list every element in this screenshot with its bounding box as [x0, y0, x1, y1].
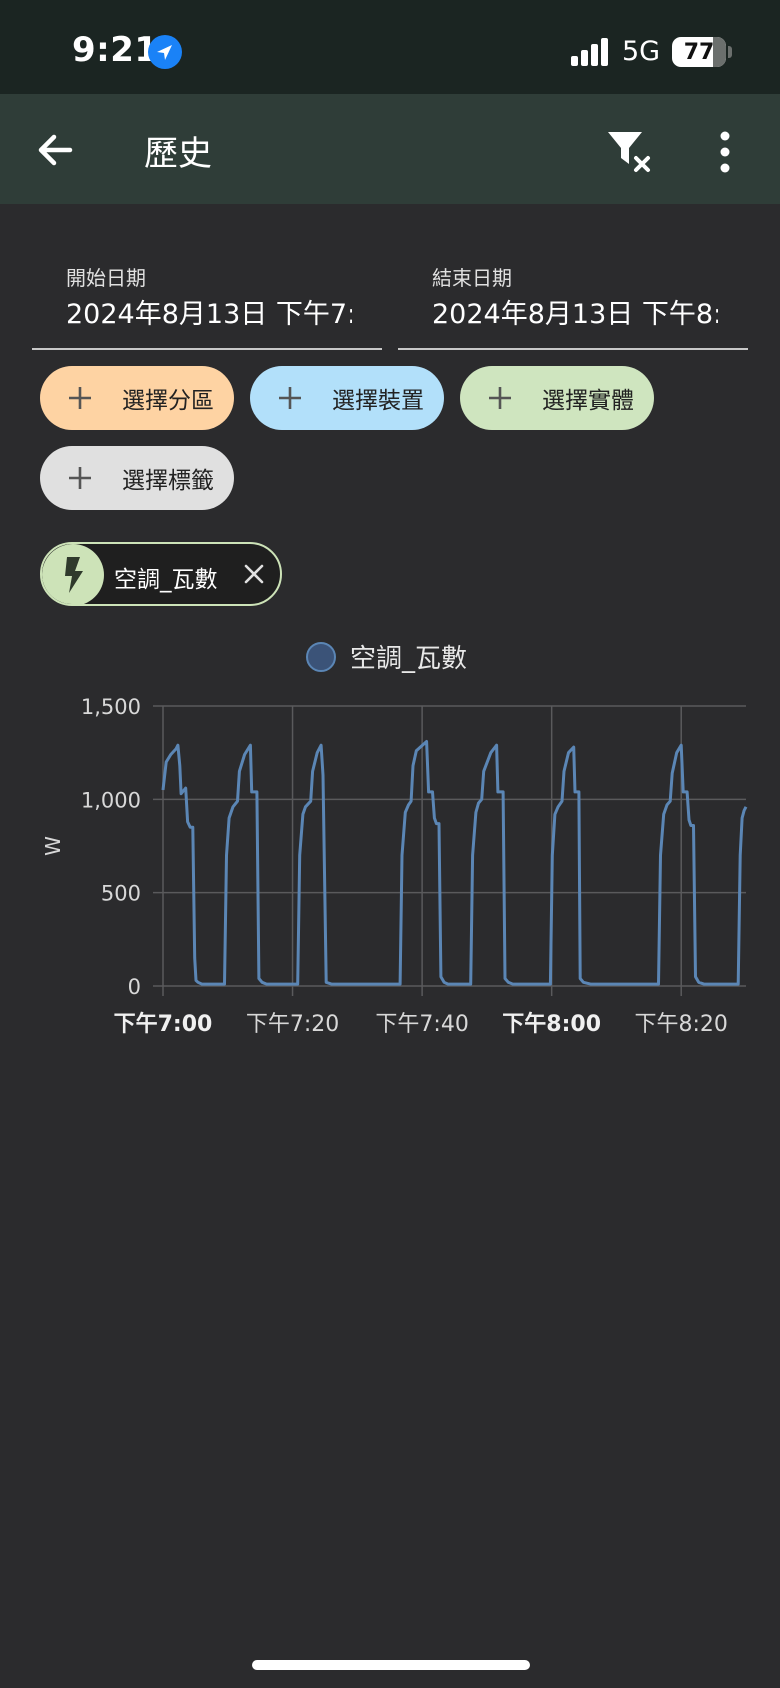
end-date-value: 2024年8月13日 下午8:3 — [432, 299, 718, 330]
x-tick-label: 下午7:40 — [375, 1012, 468, 1037]
legend-label: 空調_瓦數 — [350, 644, 467, 674]
more-options-button[interactable] — [700, 124, 750, 180]
end-date-field[interactable]: 結束日期 2024年8月13日 下午8:3 — [398, 250, 748, 350]
app-bar: 歷史 — [0, 94, 780, 204]
y-tick-label: 1,000 — [81, 788, 141, 812]
filter-remove-icon — [608, 132, 650, 172]
x-tick-label: 下午7:00 — [114, 1011, 213, 1037]
plus-icon — [489, 387, 511, 409]
dots-vertical-icon — [720, 131, 730, 173]
x-tick-label: 下午7:20 — [246, 1012, 339, 1037]
x-tick-label: 下午8:20 — [635, 1012, 728, 1037]
home-indicator — [252, 1660, 530, 1670]
start-date-field[interactable]: 開始日期 2024年8月13日 下午7:0 — [32, 250, 382, 350]
plus-icon — [279, 387, 301, 409]
plus-icon — [69, 467, 91, 489]
choose-area-label: 選擇分區 — [122, 388, 214, 414]
status-bar: 9:21 5G 77 — [0, 0, 780, 94]
battery-icon: 77 — [672, 37, 726, 67]
y-tick-label: 500 — [101, 882, 141, 906]
chart-legend[interactable]: 空調_瓦數 — [306, 642, 467, 674]
back-button[interactable] — [30, 124, 82, 176]
choose-device-chip[interactable]: 選擇裝置 — [250, 366, 444, 430]
selected-entity-label: 空調_瓦數 — [114, 567, 218, 593]
y-tick-label: 0 — [128, 975, 141, 999]
series-line — [161, 740, 748, 986]
location-arrow-icon — [148, 35, 182, 69]
choose-area-chip[interactable]: 選擇分區 — [40, 366, 234, 430]
clear-filters-button[interactable] — [602, 124, 658, 180]
plus-icon — [69, 387, 91, 409]
y-axis-label: W — [41, 836, 65, 856]
start-date-value: 2024年8月13日 下午7:0 — [66, 299, 352, 330]
choose-label-chip[interactable]: 選擇標籤 — [40, 446, 234, 510]
choose-entity-label: 選擇實體 — [542, 388, 634, 414]
cellular-signal-icon — [571, 38, 611, 66]
choose-device-label: 選擇裝置 — [332, 388, 424, 414]
choose-label-label: 選擇標籤 — [122, 468, 214, 494]
close-icon[interactable] — [242, 562, 266, 586]
chart-series — [161, 740, 748, 986]
status-time: 9:21 — [72, 30, 159, 70]
flash-icon — [42, 544, 104, 604]
selected-entity-chip[interactable]: 空調_瓦數 — [40, 542, 282, 606]
network-type: 5G — [622, 36, 661, 67]
arrow-left-icon — [38, 134, 73, 166]
battery-level: 77 — [683, 39, 715, 65]
end-date-label: 結束日期 — [432, 266, 512, 290]
battery-tip — [728, 46, 732, 58]
legend-marker — [306, 642, 336, 672]
x-tick-label: 下午8:00 — [502, 1011, 601, 1037]
start-date-label: 開始日期 — [66, 266, 146, 290]
y-tick-label: 1,500 — [81, 695, 141, 719]
history-chart: 0 500 1,000 1,500 下午7:00 下午7:20 下午7:40 下午8:00 下午… — [41, 642, 748, 1037]
chart-grid — [153, 705, 746, 996]
choose-entity-chip[interactable]: 選擇實體 — [460, 366, 654, 430]
page-title: 歷史 — [144, 134, 212, 174]
